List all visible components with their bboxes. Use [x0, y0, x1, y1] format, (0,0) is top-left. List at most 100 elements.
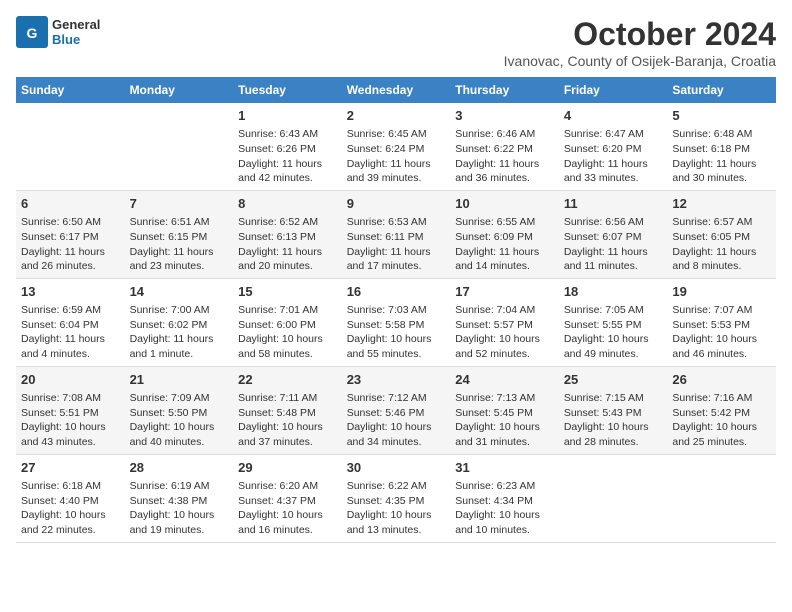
day-info: Sunrise: 6:56 AMSunset: 6:07 PMDaylight:…	[564, 215, 663, 274]
calendar-cell: 23 Sunrise: 7:12 AMSunset: 5:46 PMDayligh…	[342, 366, 451, 454]
calendar-week-row: 20 Sunrise: 7:08 AMSunset: 5:51 PMDayligh…	[16, 366, 776, 454]
calendar-cell: 7 Sunrise: 6:51 AMSunset: 6:15 PMDaylight…	[125, 190, 234, 278]
day-info: Sunrise: 6:43 AMSunset: 6:26 PMDaylight:…	[238, 127, 337, 186]
day-header-monday: Monday	[125, 77, 234, 103]
day-info: Sunrise: 6:50 AMSunset: 6:17 PMDaylight:…	[21, 215, 120, 274]
day-info: Sunrise: 6:51 AMSunset: 6:15 PMDaylight:…	[130, 215, 229, 274]
calendar-cell: 13Sunrise: 6:59 AMSunset: 6:04 PMDayligh…	[16, 278, 125, 366]
logo-general: General	[52, 17, 100, 32]
day-info: Sunrise: 6:53 AMSunset: 6:11 PMDaylight:…	[347, 215, 446, 274]
day-info: Sunrise: 6:57 AMSunset: 6:05 PMDaylight:…	[672, 215, 771, 274]
day-info: Sunrise: 6:18 AMSunset: 4:40 PMDaylight:…	[21, 479, 120, 538]
calendar-cell: 1 Sunrise: 6:43 AMSunset: 6:26 PMDaylight…	[233, 103, 342, 190]
calendar-cell: 3Sunrise: 6:46 AMSunset: 6:22 PMDaylight…	[450, 103, 559, 190]
title-block: October 2024 Ivanovac, County of Osijek-…	[504, 16, 776, 69]
day-number: 10	[455, 195, 554, 213]
day-info: Sunrise: 6:52 AMSunset: 6:13 PMDaylight:…	[238, 215, 337, 274]
calendar-cell	[667, 454, 776, 542]
day-number: 4	[564, 107, 663, 125]
day-header-wednesday: Wednesday	[342, 77, 451, 103]
day-header-thursday: Thursday	[450, 77, 559, 103]
day-number: 7	[130, 195, 229, 213]
day-number: 24	[455, 371, 554, 389]
day-info: Sunrise: 7:01 AMSunset: 6:00 PMDaylight:…	[238, 303, 337, 362]
day-number: 28	[130, 459, 229, 477]
logo-icon: G	[16, 16, 48, 48]
calendar-cell: 24 Sunrise: 7:13 AMSunset: 5:45 PMDayligh…	[450, 366, 559, 454]
calendar-cell: 20 Sunrise: 7:08 AMSunset: 5:51 PMDayligh…	[16, 366, 125, 454]
day-info: Sunrise: 7:16 AMSunset: 5:42 PMDaylight:…	[672, 391, 771, 450]
day-number: 8	[238, 195, 337, 213]
calendar-week-row: 13Sunrise: 6:59 AMSunset: 6:04 PMDayligh…	[16, 278, 776, 366]
day-info: Sunrise: 7:13 AMSunset: 5:45 PMDaylight:…	[455, 391, 554, 450]
calendar-cell: 30Sunrise: 6:22 AMSunset: 4:35 PMDayligh…	[342, 454, 451, 542]
day-number: 15	[238, 283, 337, 301]
day-info: Sunrise: 7:04 AMSunset: 5:57 PMDaylight:…	[455, 303, 554, 362]
day-info: Sunrise: 6:47 AMSunset: 6:20 PMDaylight:…	[564, 127, 663, 186]
day-number: 5	[672, 107, 771, 125]
day-number: 20	[21, 371, 120, 389]
day-number: 25	[564, 371, 663, 389]
day-info: Sunrise: 6:45 AMSunset: 6:24 PMDaylight:…	[347, 127, 446, 186]
calendar-cell: 26 Sunrise: 7:16 AMSunset: 5:42 PMDayligh…	[667, 366, 776, 454]
day-number: 26	[672, 371, 771, 389]
day-info: Sunrise: 7:15 AMSunset: 5:43 PMDaylight:…	[564, 391, 663, 450]
day-info: Sunrise: 6:55 AMSunset: 6:09 PMDaylight:…	[455, 215, 554, 274]
day-number: 2	[347, 107, 446, 125]
day-info: Sunrise: 7:07 AMSunset: 5:53 PMDaylight:…	[672, 303, 771, 362]
calendar-cell: 9Sunrise: 6:53 AMSunset: 6:11 PMDaylight…	[342, 190, 451, 278]
calendar-cell: 2 Sunrise: 6:45 AMSunset: 6:24 PMDaylight…	[342, 103, 451, 190]
day-info: Sunrise: 7:12 AMSunset: 5:46 PMDaylight:…	[347, 391, 446, 450]
day-number: 27	[21, 459, 120, 477]
day-info: Sunrise: 6:46 AMSunset: 6:22 PMDaylight:…	[455, 127, 554, 186]
calendar-cell	[125, 103, 234, 190]
day-number: 14	[130, 283, 229, 301]
day-number: 6	[21, 195, 120, 213]
day-number: 22	[238, 371, 337, 389]
day-number: 23	[347, 371, 446, 389]
calendar-cell: 31Sunrise: 6:23 AMSunset: 4:34 PMDayligh…	[450, 454, 559, 542]
day-info: Sunrise: 7:00 AMSunset: 6:02 PMDaylight:…	[130, 303, 229, 362]
day-number: 17	[455, 283, 554, 301]
calendar-cell: 11 Sunrise: 6:56 AMSunset: 6:07 PMDayligh…	[559, 190, 668, 278]
page-title: October 2024	[504, 16, 776, 53]
day-info: Sunrise: 7:11 AMSunset: 5:48 PMDaylight:…	[238, 391, 337, 450]
calendar-cell	[559, 454, 668, 542]
day-number: 12	[672, 195, 771, 213]
page-header: G General Blue October 2024 Ivanovac, Co…	[16, 16, 776, 69]
calendar-table: SundayMondayTuesdayWednesdayThursdayFrid…	[16, 77, 776, 543]
logo: G General Blue	[16, 16, 100, 48]
calendar-cell: 22 Sunrise: 7:11 AMSunset: 5:48 PMDayligh…	[233, 366, 342, 454]
day-info: Sunrise: 7:08 AMSunset: 5:51 PMDaylight:…	[21, 391, 120, 450]
calendar-week-row: 6 Sunrise: 6:50 AMSunset: 6:17 PMDaylight…	[16, 190, 776, 278]
calendar-cell: 29 Sunrise: 6:20 AMSunset: 4:37 PMDayligh…	[233, 454, 342, 542]
day-info: Sunrise: 6:20 AMSunset: 4:37 PMDaylight:…	[238, 479, 337, 538]
day-info: Sunrise: 7:09 AMSunset: 5:50 PMDaylight:…	[130, 391, 229, 450]
day-header-saturday: Saturday	[667, 77, 776, 103]
day-number: 11	[564, 195, 663, 213]
calendar-cell: 8 Sunrise: 6:52 AMSunset: 6:13 PMDaylight…	[233, 190, 342, 278]
calendar-cell: 5 Sunrise: 6:48 AMSunset: 6:18 PMDaylight…	[667, 103, 776, 190]
day-header-tuesday: Tuesday	[233, 77, 342, 103]
day-number: 29	[238, 459, 337, 477]
calendar-cell: 28Sunrise: 6:19 AMSunset: 4:38 PMDayligh…	[125, 454, 234, 542]
calendar-cell: 10 Sunrise: 6:55 AMSunset: 6:09 PMDayligh…	[450, 190, 559, 278]
day-info: Sunrise: 6:48 AMSunset: 6:18 PMDaylight:…	[672, 127, 771, 186]
calendar-week-row: 1 Sunrise: 6:43 AMSunset: 6:26 PMDaylight…	[16, 103, 776, 190]
day-number: 30	[347, 459, 446, 477]
calendar-cell: 12 Sunrise: 6:57 AMSunset: 6:05 PMDayligh…	[667, 190, 776, 278]
day-info: Sunrise: 7:03 AMSunset: 5:58 PMDaylight:…	[347, 303, 446, 362]
calendar-cell: 19Sunrise: 7:07 AMSunset: 5:53 PMDayligh…	[667, 278, 776, 366]
calendar-cell: 4 Sunrise: 6:47 AMSunset: 6:20 PMDaylight…	[559, 103, 668, 190]
calendar-cell	[16, 103, 125, 190]
day-number: 1	[238, 107, 337, 125]
calendar-week-row: 27 Sunrise: 6:18 AMSunset: 4:40 PMDayligh…	[16, 454, 776, 542]
day-number: 13	[21, 283, 120, 301]
day-header-friday: Friday	[559, 77, 668, 103]
calendar-header-row: SundayMondayTuesdayWednesdayThursdayFrid…	[16, 77, 776, 103]
day-number: 31	[455, 459, 554, 477]
calendar-cell: 21Sunrise: 7:09 AMSunset: 5:50 PMDayligh…	[125, 366, 234, 454]
day-number: 18	[564, 283, 663, 301]
calendar-cell: 16Sunrise: 7:03 AMSunset: 5:58 PMDayligh…	[342, 278, 451, 366]
calendar-cell: 25 Sunrise: 7:15 AMSunset: 5:43 PMDayligh…	[559, 366, 668, 454]
